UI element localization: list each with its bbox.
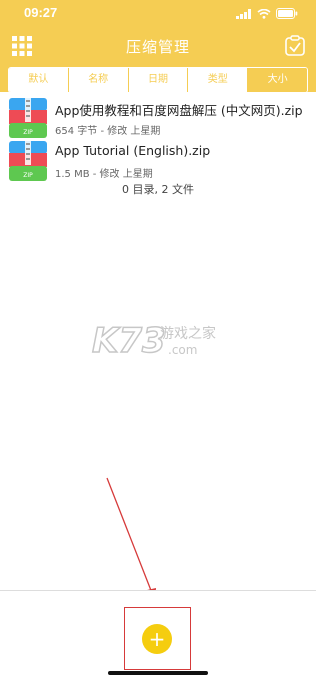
annotation-arrow <box>106 477 156 600</box>
annotation-highlight-box <box>124 607 191 670</box>
home-indicator <box>108 671 208 675</box>
